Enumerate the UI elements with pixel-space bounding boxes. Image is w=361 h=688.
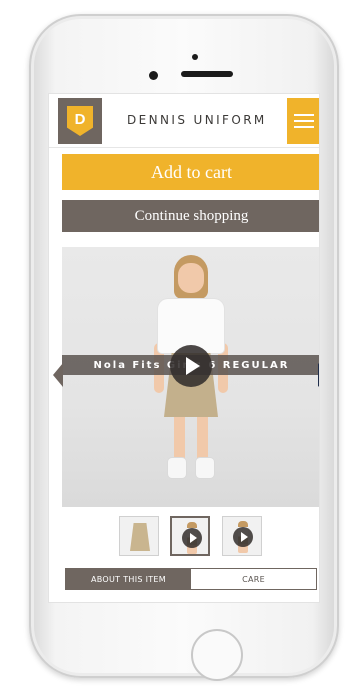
hamburger-icon-bar <box>294 120 314 122</box>
play-icon[interactable] <box>170 345 212 387</box>
thumbnail-video-selected[interactable] <box>170 516 210 556</box>
menu-button[interactable] <box>287 98 319 144</box>
skirt-thumbnail <box>130 523 150 551</box>
home-button[interactable] <box>191 629 243 681</box>
play-icon <box>182 528 202 548</box>
phone-screen: D DENNIS UNIFORM Add to cart Continue sh… <box>48 93 320 603</box>
earpiece-speaker <box>181 71 233 77</box>
shield-icon: D <box>67 106 93 136</box>
hamburger-icon <box>294 114 314 116</box>
site-header: D DENNIS UNIFORM <box>49 94 319 148</box>
model-leg-right <box>197 415 208 461</box>
chevron-right-icon[interactable] <box>318 363 319 387</box>
brand-name: DENNIS UNIFORM <box>127 113 267 127</box>
thumbnail-video[interactable] <box>222 516 262 556</box>
continue-shopping-button[interactable]: Continue shopping <box>62 200 319 232</box>
model-shoe-left <box>168 458 186 478</box>
add-to-cart-button[interactable]: Add to cart <box>62 154 319 190</box>
product-info-tabs: ABOUT THIS ITEM CARE <box>65 568 317 590</box>
model-leg-left <box>174 415 185 461</box>
thumbnail-image[interactable] <box>119 516 159 556</box>
chevron-left-icon[interactable] <box>53 363 63 387</box>
play-icon <box>233 527 253 547</box>
model-shoe-right <box>196 458 214 478</box>
model-face <box>178 263 204 293</box>
logo-letter: D <box>74 110 86 128</box>
brand-logo[interactable]: D <box>58 98 102 144</box>
tab-care[interactable]: CARE <box>191 569 316 589</box>
product-media-viewer[interactable]: Nola Fits Girls 6 REGULAR <box>62 247 319 507</box>
front-sensor <box>192 54 198 60</box>
tab-about-this-item[interactable]: ABOUT THIS ITEM <box>66 569 191 589</box>
hamburger-icon-bar <box>294 126 314 128</box>
front-camera <box>149 71 158 80</box>
